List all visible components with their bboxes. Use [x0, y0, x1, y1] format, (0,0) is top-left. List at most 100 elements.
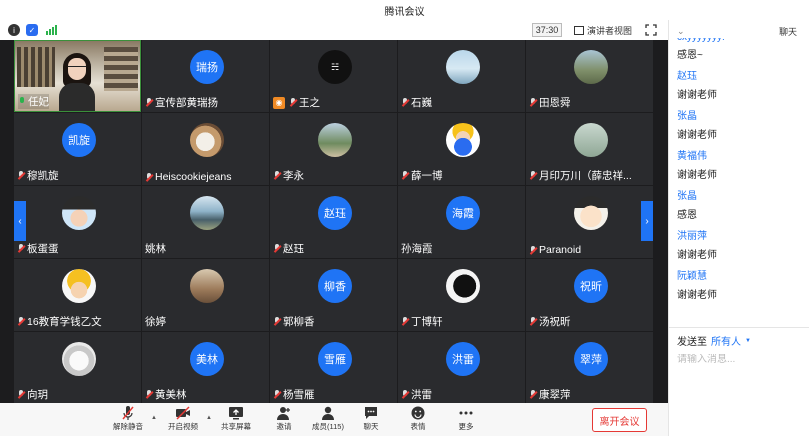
mic-muted-icon: [289, 98, 297, 107]
members-button[interactable]: 成员(115): [312, 405, 344, 432]
mic-muted-icon: [145, 172, 153, 182]
participant-name: 16教育学钱乙文: [27, 316, 102, 328]
message-text: 谢谢老师: [677, 290, 717, 301]
participant-tile[interactable]: 丁博轩: [398, 259, 525, 331]
participant-name: 洪雷: [411, 389, 432, 401]
next-page-button[interactable]: ›: [641, 201, 653, 241]
participant-name-row: 田恩舜: [529, 95, 571, 110]
invite-button[interactable]: 邀请: [276, 405, 292, 432]
participant-tile[interactable]: 雪雁 杨雪雁: [270, 332, 397, 404]
info-icon[interactable]: i: [8, 24, 20, 36]
unmute-button[interactable]: 解除静音: [113, 405, 143, 432]
mic-muted-icon: [273, 317, 281, 326]
speaker-view-label: 演讲者视图: [587, 25, 633, 36]
avatar: 祝昕: [574, 269, 608, 303]
video-background: [17, 47, 55, 87]
mic-muted-icon: [401, 171, 409, 180]
participant-name: 孙海霞: [401, 243, 433, 255]
layout-icon: [574, 25, 584, 35]
participant-tile[interactable]: 田恩舜: [526, 40, 653, 112]
leave-meeting-button[interactable]: 离开会议: [592, 408, 647, 432]
participant-tile[interactable]: 16教育学钱乙文: [14, 259, 141, 331]
participant-tile[interactable]: 石巍: [398, 40, 525, 112]
chevron-down-icon[interactable]: ⌄: [677, 26, 685, 37]
mic-muted-icon: [145, 98, 153, 107]
avatar: 赵珏: [318, 196, 352, 230]
participant-tile[interactable]: 板蛋蛋: [14, 186, 141, 258]
avatar: 翠萍: [574, 342, 608, 376]
unmute-label: 解除静音: [113, 422, 143, 431]
participant-name-row: 薛一博: [401, 168, 443, 183]
more-button[interactable]: 更多: [458, 405, 474, 432]
mic-muted-icon: [401, 98, 409, 107]
participant-tile[interactable]: 翠萍 康翠萍: [526, 332, 653, 404]
mic-muted-icon: [529, 171, 537, 180]
audio-options-caret-icon[interactable]: ▲: [151, 415, 157, 421]
participant-name-row: 康翠萍: [529, 387, 571, 402]
participant-tile[interactable]: 向玥: [14, 332, 141, 404]
fullscreen-icon[interactable]: [645, 24, 657, 36]
message-text: 感恩: [677, 210, 697, 221]
avatar-image: [574, 123, 608, 157]
participant-name: 月印万川（薛忠祥...: [539, 170, 632, 182]
participant-name-row: 月印万川（薛忠祥...: [529, 168, 632, 183]
participant-name-row: 姚林: [145, 241, 166, 256]
chat-panel: ⌄ 聊天 cxyyyyyyy: 感恩~赵珏谢谢老师张晶谢谢老师黄福伟谢谢老师张晶…: [668, 20, 809, 436]
participant-tile[interactable]: 海霞 孙海霞: [398, 186, 525, 258]
start-video-button[interactable]: 开启视频: [168, 405, 198, 432]
participant-tile[interactable]: 薛一博: [398, 113, 525, 185]
participant-video: [59, 53, 95, 111]
message-text: 谢谢老师: [677, 90, 717, 101]
avatar-image: [446, 123, 480, 157]
participant-tile[interactable]: 任妃: [14, 40, 141, 112]
mic-muted-icon: [401, 317, 409, 326]
avatar: 洪雷: [446, 342, 480, 376]
participant-tile[interactable]: Paranoid: [526, 186, 653, 258]
participant-name-row: 汤祝昕: [529, 314, 571, 329]
participant-tile[interactable]: 凯旋 穆凯旋: [14, 113, 141, 185]
chat-messages[interactable]: cxyyyyyyy: 感恩~赵珏谢谢老师张晶谢谢老师黄福伟谢谢老师张晶感恩洪丽萍…: [669, 38, 809, 328]
participant-name-row: 板蛋蛋: [17, 241, 59, 256]
recipient-select[interactable]: 所有人: [711, 333, 741, 348]
participant-tile[interactable]: 瑞扬 宣传部黄瑞扬: [142, 40, 269, 112]
shield-icon[interactable]: ✓: [26, 24, 38, 36]
participant-name-row: ◉ 王之: [273, 95, 320, 110]
participant-tile[interactable]: 徐婷: [142, 259, 269, 331]
participant-grid: 任妃 瑞扬 宣传部黄瑞扬 ☵ ◉ 王之 石巍 田恩舜凯旋 穆凯旋 Heiscookiejeans 李…: [14, 40, 654, 404]
send-to-row: 发送至 所有人 ▼: [677, 333, 802, 348]
message-text: 感恩~: [677, 50, 703, 61]
participant-tile[interactable]: 美林 黄美林: [142, 332, 269, 404]
participant-tile[interactable]: 赵珏 赵珏: [270, 186, 397, 258]
message-sender: 张晶: [677, 191, 697, 202]
participant-tile[interactable]: Heiscookiejeans: [142, 113, 269, 185]
mic-muted-icon: [17, 390, 25, 399]
speaker-view-button[interactable]: 演讲者视图: [574, 23, 632, 37]
participant-name: 穆凯旋: [27, 170, 59, 182]
caret-down-icon[interactable]: ▼: [745, 338, 751, 344]
participant-tile[interactable]: 月印万川（薛忠祥...: [526, 113, 653, 185]
participant-tile[interactable]: 柳香 郭柳香: [270, 259, 397, 331]
reactions-button[interactable]: 表情: [410, 405, 426, 432]
participant-tile[interactable]: 姚林: [142, 186, 269, 258]
avatar-image: [190, 123, 224, 157]
video-options-caret-icon[interactable]: ▲: [206, 415, 212, 421]
person-icon: ◉: [273, 96, 285, 109]
participant-tile[interactable]: 洪雷 洪雷: [398, 332, 525, 404]
message-text: 谢谢老师: [677, 130, 717, 141]
message-sender: 洪丽萍: [677, 231, 707, 242]
invite-icon: [277, 407, 290, 420]
participant-name: Heiscookiejeans: [155, 171, 232, 183]
participant-name-row: 李永: [273, 168, 304, 183]
previous-page-button[interactable]: ‹: [14, 201, 26, 241]
share-screen-button[interactable]: 共享屏幕: [221, 405, 251, 432]
participant-name-row: 赵珏: [273, 241, 304, 256]
signal-icon[interactable]: [46, 25, 57, 35]
chat-input[interactable]: [677, 354, 801, 365]
chat-button[interactable]: 聊天: [363, 405, 379, 432]
participant-tile[interactable]: 李永: [270, 113, 397, 185]
participant-tile[interactable]: ☵ ◉ 王之: [270, 40, 397, 112]
avatar: 柳香: [318, 269, 352, 303]
participant-tile[interactable]: 祝昕 汤祝昕: [526, 259, 653, 331]
participant-name: 杨雪雁: [283, 389, 315, 401]
chat-label: 聊天: [363, 422, 379, 431]
